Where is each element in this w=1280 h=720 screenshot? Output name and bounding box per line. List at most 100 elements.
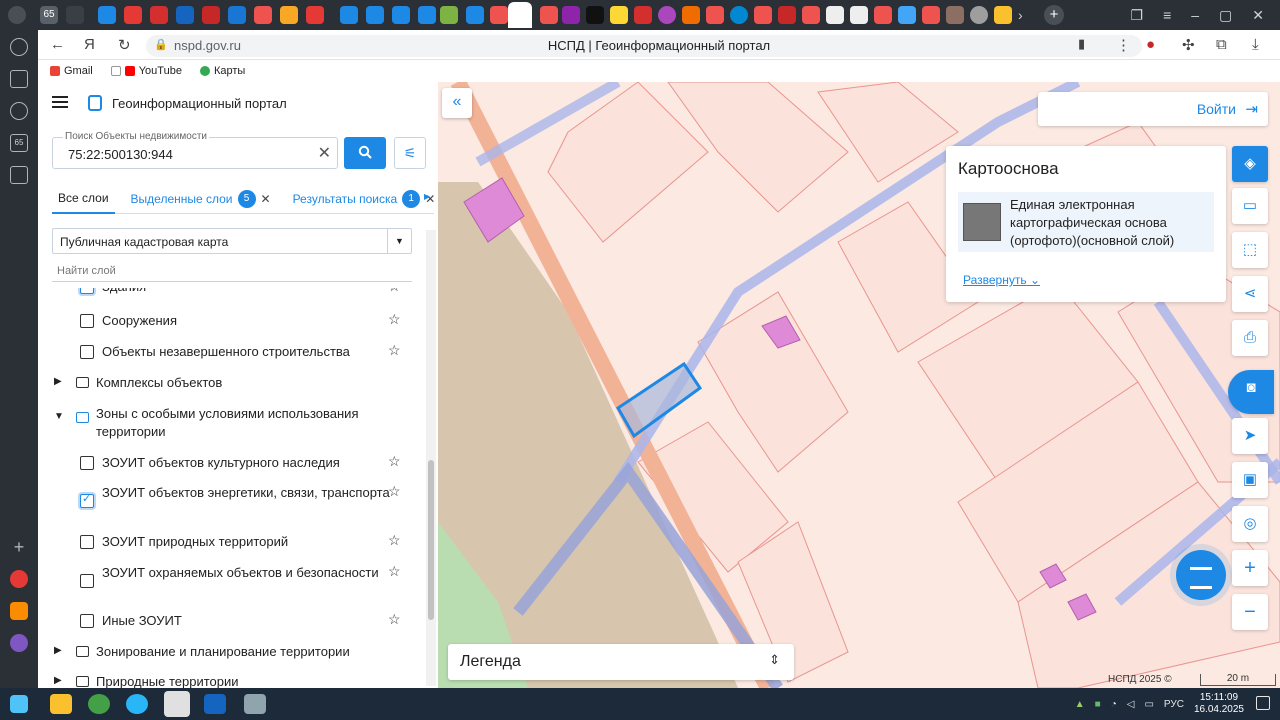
search-box[interactable]: Поиск Объекты недвижимости ✕ [52,131,338,169]
layer-row-unfinished[interactable]: Объекты незавершенного строительства ☆ [38,342,424,367]
tab-icon[interactable] [730,6,748,24]
tab-icon[interactable] [228,6,246,24]
search-button[interactable] [344,137,386,169]
notes-icon[interactable] [10,70,28,88]
tab-icon[interactable] [778,6,796,24]
star-icon[interactable]: ☆ [388,288,401,295]
select-area-tool-button[interactable]: ⬚ [1232,232,1268,268]
tab-icon[interactable] [98,6,116,24]
file-explorer-icon[interactable] [50,694,72,714]
folder-row-zoning[interactable]: ▶ Зонирование и планирование территории [38,643,424,667]
legend-panel[interactable]: Легенда ⇕ [448,644,794,680]
yandex-browser-icon[interactable] [164,691,190,717]
layer-row-zouit-other[interactable]: Иные ЗОУИТ ☆ [38,611,424,636]
minimize-icon[interactable]: – [1191,7,1199,23]
chevron-down-icon[interactable]: ▼ [387,229,411,253]
folder-row-natural[interactable]: ▶ Природные территории [38,673,424,688]
tab-icon[interactable] [392,6,410,24]
tab-icon[interactable] [946,6,964,24]
chevron-right-icon[interactable]: ▶ [54,675,62,686]
reload-icon[interactable]: ↻ [118,36,131,54]
network-icon[interactable]: ◔ [1111,699,1117,710]
chrome-icon[interactable] [88,694,110,714]
tab-icon[interactable] [922,6,940,24]
basemap-item[interactable]: Единая электронная картографическая осно… [958,192,1214,252]
add-panel-icon[interactable]: + [10,538,28,556]
tabs-scroll-right-icon[interactable]: ▶ [424,192,430,201]
locate-button[interactable]: ➤ [1232,418,1268,454]
notifications-icon[interactable] [1256,696,1270,710]
tab-icon[interactable] [366,6,384,24]
tab-icon[interactable] [562,6,580,24]
checkbox[interactable] [80,314,94,328]
chevron-right-icon[interactable]: ▶ [54,645,62,656]
more-icon[interactable]: ⋮ [1116,36,1131,54]
checkbox[interactable] [80,345,94,359]
tab-scroll-chevron-icon[interactable]: › [1018,6,1036,24]
screenshot-icon[interactable]: ⧉ [1216,36,1227,53]
checkbox[interactable] [80,288,94,294]
layer-list-scrollbar[interactable] [426,230,436,686]
tab-icon[interactable] [874,6,892,24]
checkbox[interactable] [80,614,94,628]
geolocation-button[interactable]: ◎ [1232,506,1268,542]
assistant-button[interactable]: ◙ [1228,370,1274,414]
windows-start-icon[interactable] [10,695,28,713]
close-icon[interactable]: ✕ [1252,7,1264,24]
star-icon[interactable]: ☆ [388,483,401,500]
back-icon[interactable]: ← [50,36,65,53]
download-icon[interactable]: ⤓ [1252,36,1259,53]
find-layer-input[interactable]: Найти слой [52,262,412,282]
folder-row-complexes[interactable]: ▶ Комплексы объектов [38,374,424,398]
alice-icon[interactable] [10,634,28,652]
speaker-icon[interactable]: ◁ [1127,699,1135,710]
tab-all-layers[interactable]: Все слои [52,184,115,214]
chevron-right-icon[interactable]: ▶ [54,376,62,387]
layer-row-structures[interactable]: Сооружения ☆ [38,311,424,336]
puzzle-icon[interactable]: ✣ [1182,36,1195,54]
tab-icon[interactable] [994,6,1012,24]
tab-icon[interactable] [306,6,324,24]
tab-icon[interactable] [440,6,458,24]
tab-icon[interactable] [280,6,298,24]
zoom-out-button[interactable]: − [1232,594,1268,630]
layer-row-zouit-energy[interactable]: ЗОУИТ объектов энергетики, связи, трансп… [38,483,424,524]
menu-icon[interactable]: ≡ [1163,7,1171,23]
expand-collapse-icon[interactable]: ⇕ [769,652,780,668]
battery-icon[interactable]: ▭ [1144,699,1153,710]
tab-icon[interactable] [706,6,724,24]
folder-row-zones[interactable]: ▼ Зоны с особыми условиями использования… [38,405,424,445]
word-icon[interactable] [204,694,226,714]
tab-icon[interactable] [970,6,988,24]
checkbox[interactable] [80,456,94,470]
checkbox-checked[interactable] [80,492,94,508]
collections-icon[interactable]: ❐ [1131,7,1144,24]
history-icon[interactable] [10,38,28,56]
star-icon[interactable]: ☆ [388,611,401,628]
tab-icon[interactable] [610,6,628,24]
zoom-in-button[interactable]: + [1232,550,1268,586]
tab-icon[interactable] [176,6,194,24]
login-button[interactable]: Войти ⇥ [1038,92,1268,126]
tab-icon[interactable] [826,6,844,24]
print-button[interactable]: ⎙ [1232,320,1268,356]
tab-icon[interactable] [586,6,604,24]
layer-row-buildings[interactable]: Здания ☆ [38,288,424,298]
checkbox[interactable] [80,535,94,549]
scrollbar-thumb[interactable] [428,460,434,620]
tab-icon[interactable] [658,6,676,24]
tab-icon[interactable] [340,6,358,24]
ruler-tool-button[interactable]: ▭ [1232,188,1268,224]
active-tab[interactable] [508,2,532,28]
tab-icon[interactable] [634,6,652,24]
tab-icon[interactable] [802,6,820,24]
new-tab-icon[interactable]: + [1044,5,1064,25]
close-icon[interactable]: ✕ [261,192,271,206]
share-button[interactable]: ⋖ [1232,276,1268,312]
layer-row-zouit-nature[interactable]: ЗОУИТ природных территорий ☆ [38,532,424,557]
tab-icon[interactable] [540,6,558,24]
mail-icon[interactable] [10,602,28,620]
tab-icon[interactable] [850,6,868,24]
star-icon[interactable]: ☆ [388,342,401,359]
search-input[interactable] [68,147,298,162]
